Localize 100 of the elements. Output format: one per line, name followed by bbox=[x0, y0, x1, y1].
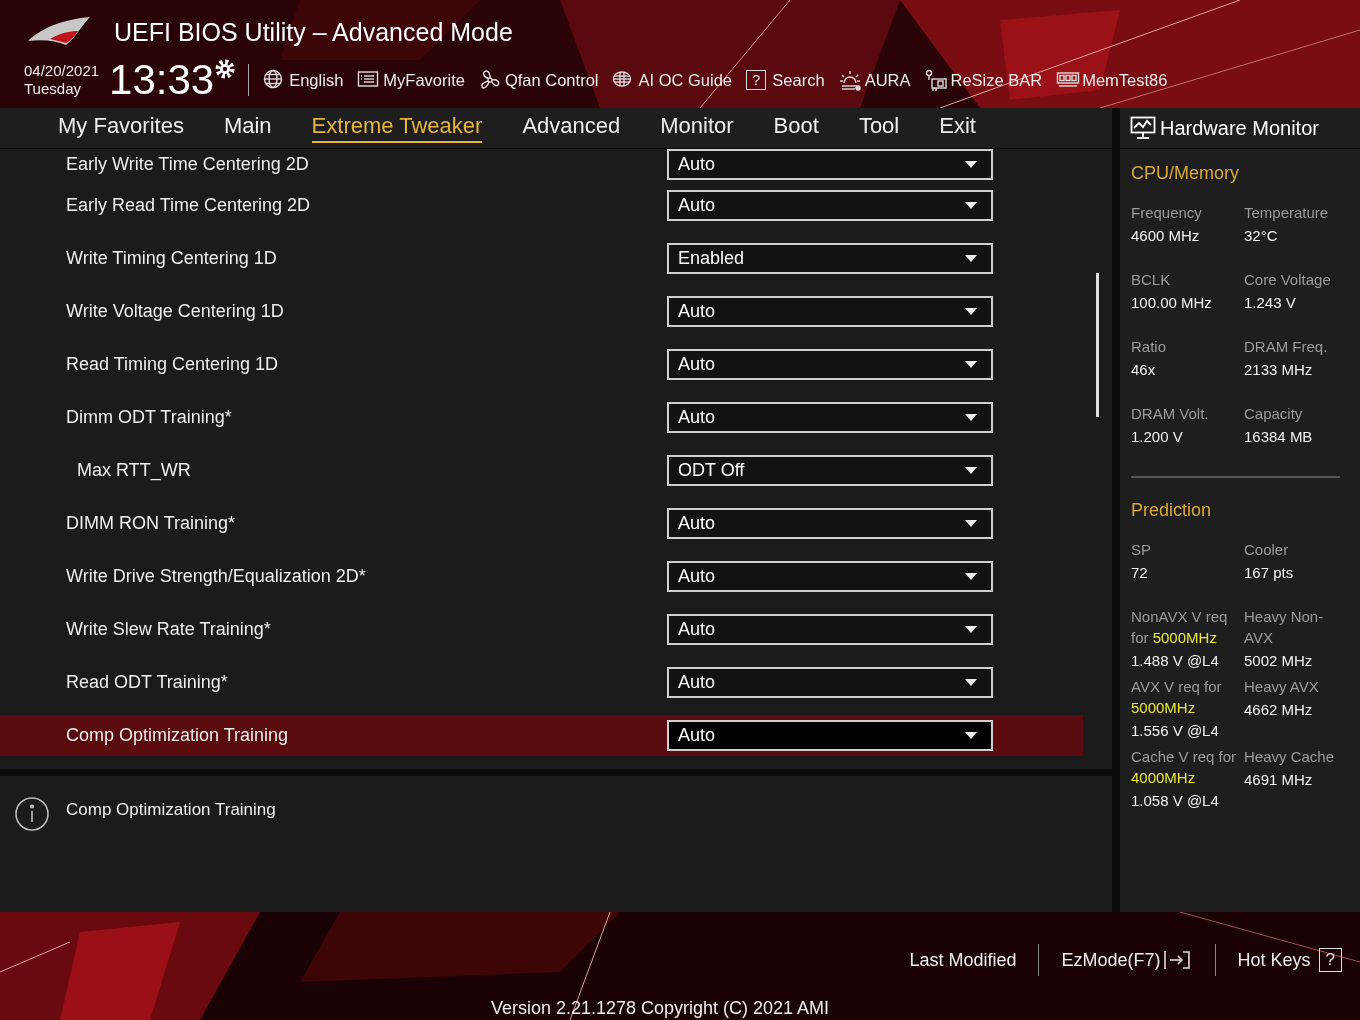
sensor-value: 100.00 MHz bbox=[1131, 293, 1213, 313]
sensor-label: Core Voltage bbox=[1244, 270, 1332, 290]
caret-icon bbox=[965, 679, 977, 686]
sensor-value: 1.488 V @L4 bbox=[1131, 651, 1220, 671]
version-text: Version 2.21.1278 Copyright (C) 2021 AMI bbox=[489, 997, 831, 1019]
footer-button[interactable]: EzMode(F7) bbox=[1061, 949, 1193, 971]
caret-icon bbox=[965, 520, 977, 527]
dropdown[interactable]: Auto bbox=[667, 149, 993, 180]
dropdown[interactable]: Auto bbox=[667, 720, 993, 751]
dropdown[interactable]: Auto bbox=[667, 667, 993, 698]
sensor-label: Cooler bbox=[1244, 540, 1290, 560]
app-title: UEFI BIOS Utility – Advanced Mode bbox=[114, 17, 513, 47]
caret-icon bbox=[965, 202, 977, 209]
toolbar-button[interactable]: MyFavorite bbox=[357, 69, 465, 91]
setting-label: Early Read Time Centering 2D bbox=[65, 195, 312, 216]
caret-icon bbox=[965, 732, 977, 739]
footer-button[interactable]: Last Modified bbox=[909, 949, 1017, 971]
scrollbar-thumb[interactable] bbox=[1096, 273, 1099, 417]
toolbar-button[interactable]: ? Search bbox=[746, 70, 825, 90]
setting-label: Comp Optimization Training bbox=[65, 725, 290, 746]
dropdown[interactable]: Auto bbox=[667, 402, 993, 433]
info-icon bbox=[14, 796, 50, 832]
tab[interactable]: Boot bbox=[773, 113, 819, 143]
sensor-value: 4691 MHz bbox=[1244, 770, 1314, 790]
sensor-value: 1.243 V bbox=[1244, 293, 1297, 313]
selected-row[interactable]: Comp Optimization Training Auto bbox=[0, 715, 1083, 756]
exit-icon bbox=[1162, 949, 1193, 971]
light-icon bbox=[838, 69, 863, 91]
caret-icon bbox=[965, 626, 977, 633]
tab[interactable]: Main bbox=[223, 113, 272, 143]
tab[interactable]: Exit bbox=[939, 113, 976, 143]
sensor-value: 1.200 V bbox=[1131, 427, 1184, 447]
sensor-label: Frequency bbox=[1131, 203, 1203, 223]
monitor-icon bbox=[1130, 116, 1156, 140]
toolbar-button[interactable]: ReSize BAR bbox=[924, 69, 1043, 91]
section-title: Prediction bbox=[1131, 500, 1213, 521]
tab[interactable]: Advanced bbox=[522, 113, 621, 143]
sensor-label: Ratio bbox=[1131, 337, 1168, 357]
dropdown[interactable]: Enabled bbox=[667, 243, 993, 274]
dropdown[interactable]: Auto bbox=[667, 296, 993, 327]
date-text: 04/20/2021 bbox=[24, 62, 100, 80]
sensor-label: Temperature bbox=[1244, 203, 1330, 223]
sensor-value: 167 pts bbox=[1244, 563, 1295, 583]
dropdown[interactable]: Auto bbox=[667, 561, 993, 592]
caret-icon bbox=[965, 467, 977, 474]
sensor-label: DRAM Volt. bbox=[1131, 404, 1210, 424]
sensor-label: Heavy Cache bbox=[1244, 747, 1336, 767]
sensor-value: 1.556 V @L4 bbox=[1131, 721, 1220, 741]
sensor-label: NonAVX V req for 5000MHz bbox=[1131, 607, 1229, 648]
day-text: Tuesday bbox=[24, 80, 82, 98]
toolbar-button[interactable]: English bbox=[263, 69, 344, 91]
settings-icon[interactable] bbox=[214, 58, 237, 80]
setting-label: Read Timing Centering 1D bbox=[65, 354, 280, 375]
monitor-title: Hardware Monitor bbox=[1160, 116, 1319, 140]
key-icon: ? bbox=[1318, 948, 1342, 972]
caret-icon bbox=[965, 308, 977, 315]
sensor-value: 32°C bbox=[1244, 226, 1279, 246]
section-title: CPU/Memory bbox=[1131, 163, 1240, 184]
sensor-value: 2133 MHz bbox=[1244, 360, 1314, 380]
sensor-label: SP bbox=[1131, 540, 1152, 560]
sensor-label: Heavy AVX bbox=[1244, 677, 1320, 697]
tab[interactable]: Monitor bbox=[660, 113, 734, 143]
help-text: Comp Optimization Training bbox=[66, 800, 276, 820]
tab[interactable]: Extreme Tweaker bbox=[311, 113, 483, 143]
setting-label: DIMM RON Training* bbox=[65, 513, 237, 534]
toolbar-button[interactable]: MemTest86 bbox=[1056, 69, 1168, 91]
setting-label: Early Write Time Centering 2D bbox=[65, 153, 310, 175]
tab[interactable]: Tool bbox=[858, 113, 900, 143]
sensor-value: 5002 MHz bbox=[1244, 651, 1314, 671]
dropdown[interactable]: Auto bbox=[667, 349, 993, 380]
dropdown[interactable]: Auto bbox=[667, 508, 993, 539]
toolbar-button[interactable]: AI OC Guide bbox=[612, 69, 732, 91]
caret-icon bbox=[965, 160, 977, 168]
dropdown[interactable]: Auto bbox=[667, 190, 993, 221]
sensor-label: Cache V req for 4000MHz bbox=[1131, 747, 1238, 788]
key-icon: ? bbox=[746, 70, 767, 90]
sensor-value: 4662 MHz bbox=[1244, 700, 1314, 720]
footer-button[interactable]: Hot Keys ? bbox=[1237, 948, 1342, 972]
clock-text: 13:33 bbox=[109, 59, 215, 101]
sensor-value: 16384 MB bbox=[1244, 427, 1314, 447]
sensor-value: 46x bbox=[1131, 360, 1157, 380]
sensor-value: 1.058 V @L4 bbox=[1131, 791, 1220, 811]
setting-label: Max RTT_WR bbox=[76, 460, 192, 481]
setting-label: Write Slew Rate Training* bbox=[65, 619, 272, 640]
sensor-label: DRAM Freq. bbox=[1244, 337, 1329, 357]
card-icon bbox=[924, 69, 949, 91]
caret-icon bbox=[965, 414, 977, 421]
sensor-label: BCLK bbox=[1131, 270, 1172, 290]
tab[interactable]: My Favorites bbox=[58, 113, 184, 143]
toolbar-button[interactable]: Qfan Control bbox=[478, 69, 599, 91]
toolbar-button[interactable]: AURA bbox=[838, 69, 911, 91]
sensor-label: AVX V req for 5000MHz bbox=[1131, 677, 1223, 718]
setting-label: Write Drive Strength/Equalization 2D* bbox=[65, 566, 367, 587]
sensor-label: Heavy Non-AVX bbox=[1244, 607, 1325, 648]
sensor-label: Capacity bbox=[1244, 404, 1304, 424]
caret-icon bbox=[965, 573, 977, 580]
dropdown[interactable]: ODT Off bbox=[667, 455, 993, 486]
dropdown[interactable]: Auto bbox=[667, 614, 993, 645]
setting-label: Dimm ODT Training* bbox=[65, 407, 233, 428]
setting-label: Write Timing Centering 1D bbox=[65, 248, 278, 269]
